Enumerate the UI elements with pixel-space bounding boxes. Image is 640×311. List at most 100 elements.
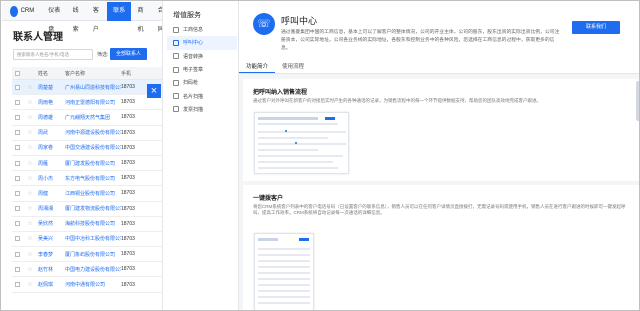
menu-item-business-info[interactable]: 工商信息 xyxy=(167,23,237,36)
star-icon[interactable]: ☆ xyxy=(22,235,38,242)
star-icon[interactable]: ☆ xyxy=(22,205,38,212)
contact-search-input[interactable]: 搜索联系人姓名/手机/电话 xyxy=(13,49,93,60)
row-checkbox[interactable] xyxy=(12,145,22,151)
table-row[interactable]: ☆ 吴美兴 中国中冶科工股份有限公司 18703 xyxy=(12,232,162,248)
company-name-link[interactable]: 广元翩翔天然气集团 xyxy=(65,114,121,121)
star-icon[interactable]: ☆ xyxy=(22,99,38,106)
phone-cell: 18703 xyxy=(121,175,135,182)
company-name-link[interactable]: 河南正雷德阳有限公司 xyxy=(65,99,121,106)
tab-usage-flow[interactable]: 使用流程 xyxy=(275,61,311,73)
menu-item-card-scan[interactable]: 名片扫描 xyxy=(167,89,237,102)
row-checkbox[interactable] xyxy=(12,221,22,227)
star-icon[interactable]: ☆ xyxy=(22,175,38,182)
row-checkbox[interactable] xyxy=(12,190,22,196)
contact-name-link[interactable]: 周家卷 xyxy=(38,144,65,151)
menu-item-call-center[interactable]: 呼叫中心 xyxy=(167,36,237,50)
row-checkbox[interactable] xyxy=(12,84,22,90)
all-contacts-filter-button[interactable]: 全部联系人 xyxy=(110,48,147,60)
row-checkbox[interactable] xyxy=(12,236,22,242)
company-name-link[interactable]: 河南中通有限公司 xyxy=(65,281,121,288)
table-row[interactable]: ☆ 周武 河南中源建设股份有限公司 18703 xyxy=(12,126,162,141)
star-icon[interactable]: ☆ xyxy=(22,190,38,197)
contact-name-link[interactable]: 李春梦 xyxy=(38,251,65,258)
contact-name-link[interactable]: 赵竹林 xyxy=(38,266,65,273)
menu-item-e-signature[interactable]: 电子签章 xyxy=(167,63,237,76)
nav-item-leads[interactable]: 线索 xyxy=(67,2,87,33)
company-name-link[interactable]: 江西铜业股份有限公司 xyxy=(65,190,121,197)
table-row[interactable]: ☆ 周楚楚 广州易山同造科技有限公司 18703 xyxy=(12,80,162,96)
star-icon[interactable]: ☆ xyxy=(22,144,38,151)
filter-label: 筛选: xyxy=(97,52,109,58)
contact-name-link[interactable]: 周武 xyxy=(38,129,65,136)
contact-name-link[interactable]: 周雁 xyxy=(38,160,65,167)
company-name-link[interactable]: 海航科技股份有限公司 xyxy=(65,220,121,227)
call-center-icon xyxy=(173,39,179,46)
row-checkbox[interactable] xyxy=(12,130,22,136)
row-checkbox[interactable] xyxy=(12,206,22,212)
menu-item-voice-conversion[interactable]: 语音转换 xyxy=(167,50,237,63)
service-header: ☏ 呼叫中心 通过塞曼集团中国的工商信息，基本上可以了解客户的整体情况，公司的开… xyxy=(239,1,639,61)
contact-us-button[interactable]: 联系我们 xyxy=(572,21,620,34)
contact-name-link[interactable]: 赵佩琪 xyxy=(38,281,65,288)
table-row[interactable]: ☆ 周家卷 中国交通建设股份有限公司 18703 xyxy=(12,141,162,156)
select-all-checkbox[interactable] xyxy=(12,70,22,76)
nav-item-opportunities[interactable]: 商机 xyxy=(131,2,151,33)
row-checkbox[interactable] xyxy=(12,175,22,181)
contact-name-link[interactable]: 吴美兴 xyxy=(38,235,65,242)
company-name-link[interactable]: 厦门象屿股份有限公司 xyxy=(65,251,121,258)
star-icon[interactable]: ☆ xyxy=(22,220,38,227)
contact-name-link[interactable]: 周健 xyxy=(38,190,65,197)
star-icon[interactable]: ☆ xyxy=(22,84,38,91)
table-row[interactable]: ☆ 吴欣然 海航科技股份有限公司 18703 xyxy=(12,217,162,232)
menu-item-invoice-scan[interactable]: 发票扫描 xyxy=(167,103,237,116)
star-icon[interactable]: ☆ xyxy=(22,281,38,288)
close-panel-button[interactable]: × xyxy=(147,84,161,98)
column-header-name[interactable]: 姓名 xyxy=(38,70,65,77)
company-name-link[interactable]: 中国交通建设股份有限公司 xyxy=(65,144,121,151)
business-info-icon xyxy=(173,26,179,33)
contact-name-link[interactable]: 吴欣然 xyxy=(38,220,65,227)
nav-item-customers[interactable]: 客户 xyxy=(87,2,107,33)
content-scrollbar[interactable] xyxy=(636,81,639,121)
company-name-link[interactable]: 东方电气股份有限公司 xyxy=(65,175,121,182)
row-checkbox[interactable] xyxy=(12,160,22,166)
tab-features[interactable]: 功能简介 xyxy=(239,61,276,73)
table-row[interactable]: ☆ 周湘湘 厦门建发物流股份有限公司 18703 xyxy=(12,202,162,217)
contact-name-link[interactable]: 周德雄 xyxy=(38,114,65,121)
contact-name-link[interactable]: 周楚楚 xyxy=(38,84,65,91)
table-row[interactable]: ☆ 周小杰 东方电气股份有限公司 18703 xyxy=(12,171,162,187)
company-name-link[interactable]: 厦门建发物流股份有限公司 xyxy=(65,205,121,212)
row-checkbox[interactable] xyxy=(12,114,22,120)
nav-item-dashboard[interactable]: 仪表盘 xyxy=(42,2,66,33)
contact-name-link[interactable]: 周湘湘 xyxy=(38,205,65,212)
star-icon[interactable]: ☆ xyxy=(22,251,38,258)
feature-description: 通过客户对外呼叫在新客户的对接后实时产生的各种通话的记录，为销售流程中的每一个环… xyxy=(253,98,541,103)
contact-name-link[interactable]: 周雨艳 xyxy=(38,99,65,106)
table-row[interactable]: ☆ 周德雄 广元翩翔天然气集团 18703 xyxy=(12,110,162,126)
menu-item-label: 工商信息 xyxy=(183,27,204,34)
company-name-link[interactable]: 河南中源建设股份有限公司 xyxy=(65,129,121,136)
table-row[interactable]: ☆ 周健 江西铜业股份有限公司 18703 xyxy=(12,186,162,202)
row-checkbox[interactable] xyxy=(12,251,22,257)
table-row[interactable]: ☆ 周雨艳 河南正雷德阳有限公司 18703 xyxy=(12,95,162,111)
company-name-link[interactable]: 中国中冶科工股份有限公司 xyxy=(65,235,121,242)
star-icon[interactable]: ☆ xyxy=(22,266,38,273)
table-row[interactable]: ☆ 周雁 厦门建发股份有限公司 18703 xyxy=(12,156,162,172)
nav-item-contacts[interactable]: 联系人 xyxy=(107,1,132,33)
company-name-link[interactable]: 厦门建发股份有限公司 xyxy=(65,160,121,167)
table-row[interactable]: ☆ 赵竹林 中国电力建设股份有限公司 18703 xyxy=(12,262,162,278)
company-name-link[interactable]: 广州易山同造科技有限公司 xyxy=(65,84,121,91)
row-checkbox[interactable] xyxy=(12,266,22,272)
star-icon[interactable]: ☆ xyxy=(22,129,38,136)
star-icon[interactable]: ☆ xyxy=(22,160,38,167)
company-name-link[interactable]: 中国电力建设股份有限公司 xyxy=(65,266,121,273)
contact-name-link[interactable]: 周小杰 xyxy=(38,175,65,182)
menu-item-barcode-scanner[interactable]: 扫码枪 xyxy=(167,76,237,89)
column-header-company[interactable]: 客户名称 xyxy=(65,70,121,77)
table-row[interactable]: ☆ 赵佩琪 河南中通有限公司 18703 xyxy=(12,277,162,293)
row-checkbox[interactable] xyxy=(12,282,22,288)
row-checkbox[interactable] xyxy=(12,99,22,105)
table-row[interactable]: ☆ 李春梦 厦门象屿股份有限公司 18703 xyxy=(12,247,162,263)
star-icon[interactable]: ☆ xyxy=(22,114,38,121)
column-header-phone[interactable]: 手机 xyxy=(121,70,161,77)
